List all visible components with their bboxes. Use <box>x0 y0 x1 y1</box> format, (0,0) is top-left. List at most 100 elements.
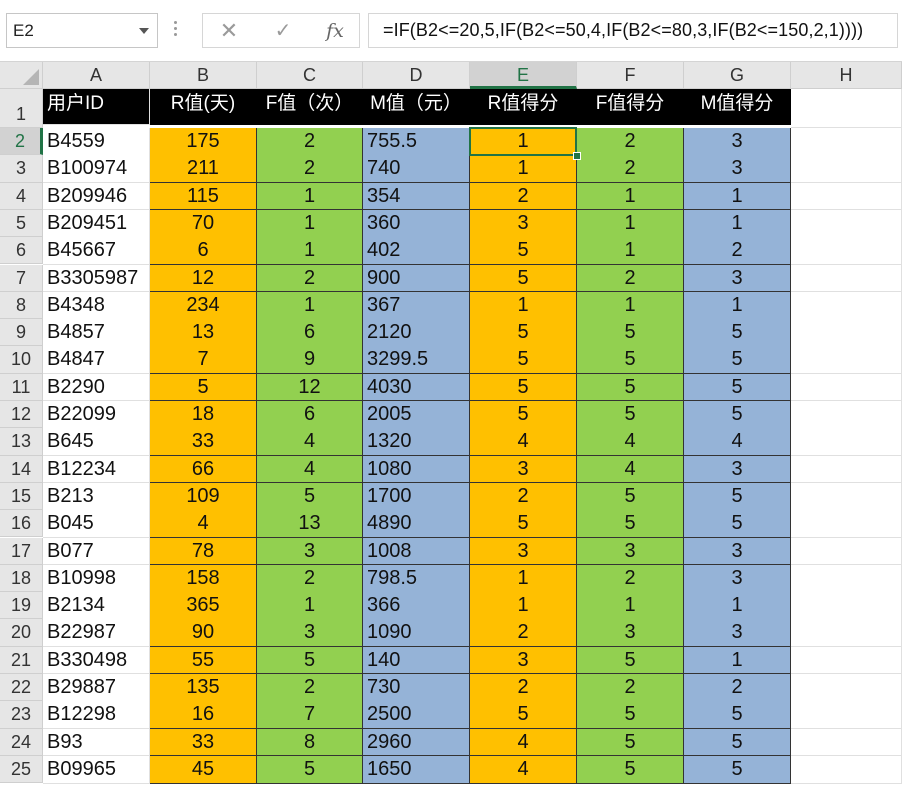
row-header-4[interactable]: 4 <box>0 182 43 210</box>
cell-c17[interactable]: 3 <box>257 537 363 566</box>
row-header-15[interactable]: 15 <box>0 482 43 511</box>
cell-h22[interactable] <box>791 674 902 702</box>
cell-b17[interactable]: 78 <box>150 537 257 566</box>
cell-d14[interactable]: 1080 <box>363 455 470 484</box>
cell-d6[interactable]: 402 <box>363 237 470 265</box>
cell-c14[interactable]: 4 <box>257 455 363 484</box>
cell-d10[interactable]: 3299.5 <box>363 346 470 375</box>
cell-e8[interactable]: 1 <box>470 291 577 320</box>
cell-e16[interactable]: 5 <box>470 510 577 538</box>
cell-f4[interactable]: 1 <box>577 182 684 211</box>
cell-f17[interactable]: 3 <box>577 537 684 566</box>
cell-g16[interactable]: 5 <box>684 510 791 538</box>
cell-h7[interactable] <box>791 264 902 293</box>
row-header-5[interactable]: 5 <box>0 209 43 238</box>
cell-b5[interactable]: 70 <box>150 209 257 238</box>
column-header-c[interactable]: C <box>257 62 363 89</box>
cell-g9[interactable]: 5 <box>684 319 791 347</box>
cell-e25[interactable]: 4 <box>470 755 577 784</box>
cell-e9[interactable]: 5 <box>470 319 577 347</box>
cell-b4[interactable]: 115 <box>150 182 257 211</box>
cell-e18[interactable]: 1 <box>470 564 577 593</box>
cell-e12[interactable]: 5 <box>470 401 577 429</box>
cell-e20[interactable]: 2 <box>470 619 577 648</box>
cell-e24[interactable]: 4 <box>470 728 577 757</box>
cell-d13[interactable]: 1320 <box>363 428 470 457</box>
cell-a6[interactable]: B45667 <box>43 237 150 265</box>
cell-c2[interactable]: 2 <box>257 128 363 156</box>
cell-e11[interactable]: 5 <box>470 373 577 402</box>
cell-a23[interactable]: B12298 <box>43 701 150 730</box>
row-header-16[interactable]: 16 <box>0 510 43 538</box>
cell-e2[interactable]: 1 <box>470 128 577 156</box>
cell-f11[interactable]: 5 <box>577 373 684 402</box>
cell-e14[interactable]: 3 <box>470 455 577 484</box>
cell-d25[interactable]: 1650 <box>363 755 470 784</box>
cell-g11[interactable]: 5 <box>684 373 791 402</box>
cell-g7[interactable]: 3 <box>684 264 791 293</box>
cell-e22[interactable]: 2 <box>470 674 577 702</box>
cell-a24[interactable]: B93 <box>43 728 150 757</box>
cell-f10[interactable]: 5 <box>577 346 684 375</box>
cell-f18[interactable]: 2 <box>577 564 684 593</box>
cell-a16[interactable]: B045 <box>43 510 150 538</box>
cell-a7[interactable]: B3305987 <box>43 264 150 293</box>
cell-e7[interactable]: 5 <box>470 264 577 293</box>
row-header-19[interactable]: 19 <box>0 592 43 620</box>
cancel-icon[interactable]: ✕ <box>209 16 249 46</box>
name-box[interactable]: E2 <box>6 13 158 48</box>
cell-e21[interactable]: 3 <box>470 646 577 675</box>
cell-a5[interactable]: B209451 <box>43 209 150 238</box>
cell-b8[interactable]: 234 <box>150 291 257 320</box>
cell-a17[interactable]: B077 <box>43 537 150 566</box>
cell-h12[interactable] <box>791 401 902 429</box>
cell-b19[interactable]: 365 <box>150 592 257 620</box>
cell-f7[interactable]: 2 <box>577 264 684 293</box>
cell-f12[interactable]: 5 <box>577 401 684 429</box>
row-header-2[interactable]: 2 <box>0 128 43 156</box>
cell-c15[interactable]: 5 <box>257 482 363 511</box>
cell-e4[interactable]: 2 <box>470 182 577 211</box>
cell-c10[interactable]: 9 <box>257 346 363 375</box>
row-header-22[interactable]: 22 <box>0 674 43 702</box>
row-header-17[interactable]: 17 <box>0 537 43 565</box>
cell-c18[interactable]: 2 <box>257 564 363 593</box>
cell-g12[interactable]: 5 <box>684 401 791 429</box>
cell-g24[interactable]: 5 <box>684 728 791 757</box>
cell-g22[interactable]: 2 <box>684 674 791 702</box>
cell-d9[interactable]: 2120 <box>363 319 470 347</box>
cell-b24[interactable]: 33 <box>150 728 257 757</box>
cell-d21[interactable]: 140 <box>363 646 470 675</box>
cell-e13[interactable]: 4 <box>470 428 577 457</box>
cell-g8[interactable]: 1 <box>684 291 791 320</box>
cell-d11[interactable]: 4030 <box>363 373 470 402</box>
cell-h20[interactable] <box>791 619 902 648</box>
cell-a9[interactable]: B4857 <box>43 319 150 347</box>
cell-a2[interactable]: B4559 <box>43 128 150 156</box>
cell-a3[interactable]: B100974 <box>43 155 150 184</box>
cell-h8[interactable] <box>791 291 902 320</box>
cell-a4[interactable]: B209946 <box>43 182 150 211</box>
cell-c3[interactable]: 2 <box>257 155 363 184</box>
cell-d17[interactable]: 1008 <box>363 537 470 566</box>
formula-input[interactable]: =IF(B2<=20,5,IF(B2<=50,4,IF(B2<=80,3,IF(… <box>368 13 898 48</box>
cell-e6[interactable]: 5 <box>470 237 577 265</box>
cell-a18[interactable]: B10998 <box>43 564 150 593</box>
cell-c5[interactable]: 1 <box>257 209 363 238</box>
cell-b7[interactable]: 12 <box>150 264 257 293</box>
header-cell-d[interactable]: M值（元） <box>363 89 470 125</box>
column-header-e[interactable]: E <box>470 62 577 89</box>
row-header-21[interactable]: 21 <box>0 646 43 674</box>
cell-b18[interactable]: 158 <box>150 564 257 593</box>
cell-h13[interactable] <box>791 428 902 457</box>
row-header-6[interactable]: 6 <box>0 237 43 265</box>
cell-f16[interactable]: 5 <box>577 510 684 538</box>
cell-d8[interactable]: 367 <box>363 291 470 320</box>
enter-check-icon[interactable]: ✓ <box>263 16 303 46</box>
cell-d2[interactable]: 755.5 <box>363 128 470 156</box>
cell-c11[interactable]: 12 <box>257 373 363 402</box>
cell-b9[interactable]: 13 <box>150 319 257 347</box>
cell-h11[interactable] <box>791 373 902 402</box>
row-header-20[interactable]: 20 <box>0 619 43 647</box>
cell-b14[interactable]: 66 <box>150 455 257 484</box>
